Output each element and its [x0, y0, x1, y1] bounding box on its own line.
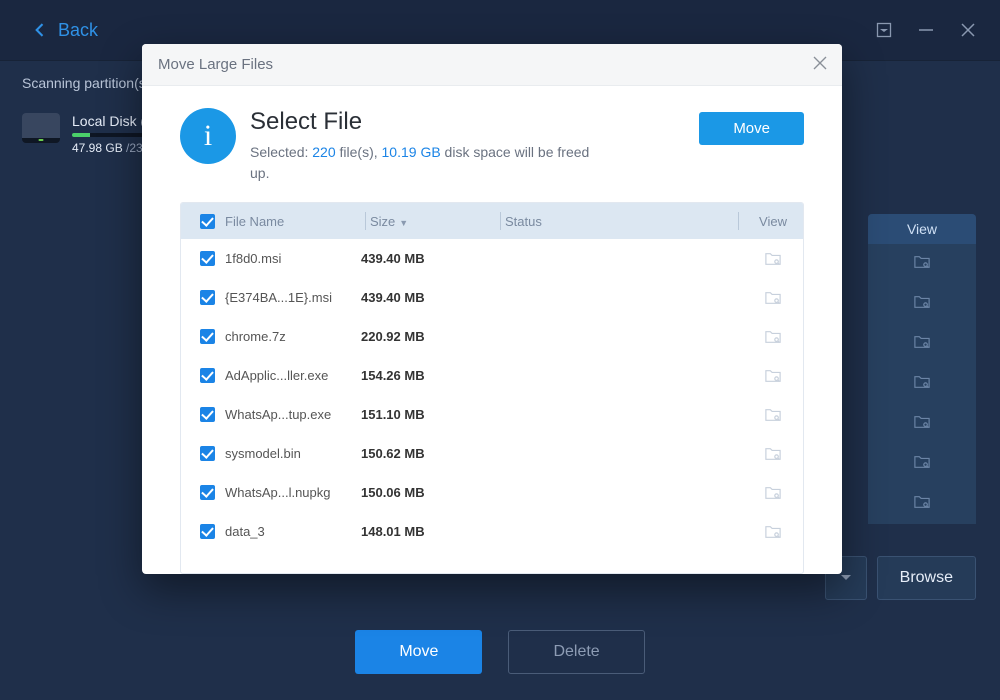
bg-view-row[interactable]: [868, 484, 976, 524]
folder-open-icon: [913, 414, 931, 435]
browse-button[interactable]: Browse: [877, 556, 976, 600]
dialog-title-bar: Move Large Files: [142, 44, 842, 86]
col-file-name[interactable]: File Name: [221, 214, 361, 229]
file-size: 439.40 MB: [361, 251, 487, 266]
file-size: 150.06 MB: [361, 485, 487, 500]
table-header: File Name Size▼ Status View: [181, 203, 803, 239]
file-name: AdApplic...ller.exe: [221, 368, 361, 383]
col-status[interactable]: Status: [505, 214, 734, 229]
destination-area: Browse: [825, 556, 976, 600]
file-row[interactable]: data_3148.01 MB: [181, 512, 803, 551]
bg-view-row[interactable]: [868, 324, 976, 364]
file-size: 439.40 MB: [361, 290, 487, 305]
folder-open-icon: [913, 494, 931, 515]
folder-open-icon: [913, 374, 931, 395]
bg-view-row[interactable]: [868, 364, 976, 404]
file-row[interactable]: 1f8d0.msi439.40 MB: [181, 239, 803, 278]
file-checkbox[interactable]: [200, 446, 215, 461]
open-folder-icon[interactable]: [743, 290, 803, 306]
file-name: 1f8d0.msi: [221, 251, 361, 266]
file-name: WhatsAp...l.nupkg: [221, 485, 361, 500]
file-row[interactable]: chrome.7z220.92 MB: [181, 317, 803, 356]
file-name: WhatsAp...tup.exe: [221, 407, 361, 422]
folder-open-icon: [913, 294, 931, 315]
back-button[interactable]: Back: [30, 20, 98, 41]
open-folder-icon[interactable]: [743, 485, 803, 501]
file-row[interactable]: AdApplic...ller.exe154.26 MB: [181, 356, 803, 395]
file-size: 148.01 MB: [361, 524, 487, 539]
file-checkbox[interactable]: [200, 407, 215, 422]
file-row[interactable]: WhatsAp...tup.exe151.10 MB: [181, 395, 803, 434]
file-size: 220.92 MB: [361, 329, 487, 344]
bg-view-row[interactable]: [868, 284, 976, 324]
file-size: 150.62 MB: [361, 446, 487, 461]
dialog-close-icon[interactable]: [812, 55, 828, 75]
dialog-heading: Select File: [250, 108, 590, 136]
background-view-column: View: [868, 214, 976, 524]
col-size[interactable]: Size▼: [370, 214, 496, 229]
bg-view-row[interactable]: [868, 404, 976, 444]
arrow-left-icon: [30, 20, 50, 40]
file-checkbox[interactable]: [200, 485, 215, 500]
file-checkbox[interactable]: [200, 524, 215, 539]
disk-card[interactable]: Local Disk ( 47.98 GB /232: [22, 113, 162, 155]
bg-view-row[interactable]: [868, 244, 976, 284]
file-checkbox[interactable]: [200, 368, 215, 383]
folder-open-icon: [913, 454, 931, 475]
file-name: data_3: [221, 524, 361, 539]
file-row[interactable]: sysmodel.bin150.62 MB: [181, 434, 803, 473]
open-folder-icon[interactable]: [743, 329, 803, 345]
bottom-bar: Move Delete: [0, 630, 1000, 674]
move-button-main[interactable]: Move: [355, 630, 482, 674]
file-checkbox[interactable]: [200, 290, 215, 305]
col-view[interactable]: View: [743, 214, 803, 229]
bg-view-header[interactable]: View: [868, 214, 976, 244]
move-large-files-dialog: Move Large Files i Select File Selected:…: [142, 44, 842, 574]
file-checkbox[interactable]: [200, 251, 215, 266]
disk-icon: [22, 113, 60, 143]
dialog-title: Move Large Files: [158, 56, 273, 73]
file-row[interactable]: WhatsAp...l.nupkg150.06 MB: [181, 473, 803, 512]
minimize-icon[interactable]: [918, 22, 934, 38]
file-name: chrome.7z: [221, 329, 361, 344]
dropdown-window-icon[interactable]: [876, 22, 892, 38]
close-icon[interactable]: [960, 22, 976, 38]
window-controls: [876, 22, 976, 38]
file-checkbox[interactable]: [200, 329, 215, 344]
folder-open-icon: [913, 254, 931, 275]
select-all-checkbox[interactable]: [200, 214, 215, 229]
delete-button[interactable]: Delete: [508, 630, 644, 674]
back-label: Back: [58, 20, 98, 41]
file-size: 154.26 MB: [361, 368, 487, 383]
file-name: sysmodel.bin: [221, 446, 361, 461]
sort-desc-icon: ▼: [399, 218, 408, 228]
folder-open-icon: [913, 334, 931, 355]
file-table: File Name Size▼ Status View 1f8d0.msi439…: [180, 202, 804, 574]
open-folder-icon[interactable]: [743, 407, 803, 423]
bg-view-row[interactable]: [868, 444, 976, 484]
open-folder-icon[interactable]: [743, 368, 803, 384]
selection-summary: Selected: 220 file(s), 10.19 GB disk spa…: [250, 142, 590, 184]
scan-label: Scanning partition(s):: [22, 75, 154, 91]
open-folder-icon[interactable]: [743, 251, 803, 267]
info-icon: i: [180, 108, 236, 164]
open-folder-icon[interactable]: [743, 524, 803, 540]
file-size: 151.10 MB: [361, 407, 487, 422]
dialog-move-button[interactable]: Move: [699, 112, 804, 145]
open-folder-icon[interactable]: [743, 446, 803, 462]
file-row[interactable]: {E374BA...1E}.msi439.40 MB: [181, 278, 803, 317]
file-name: {E374BA...1E}.msi: [221, 290, 361, 305]
